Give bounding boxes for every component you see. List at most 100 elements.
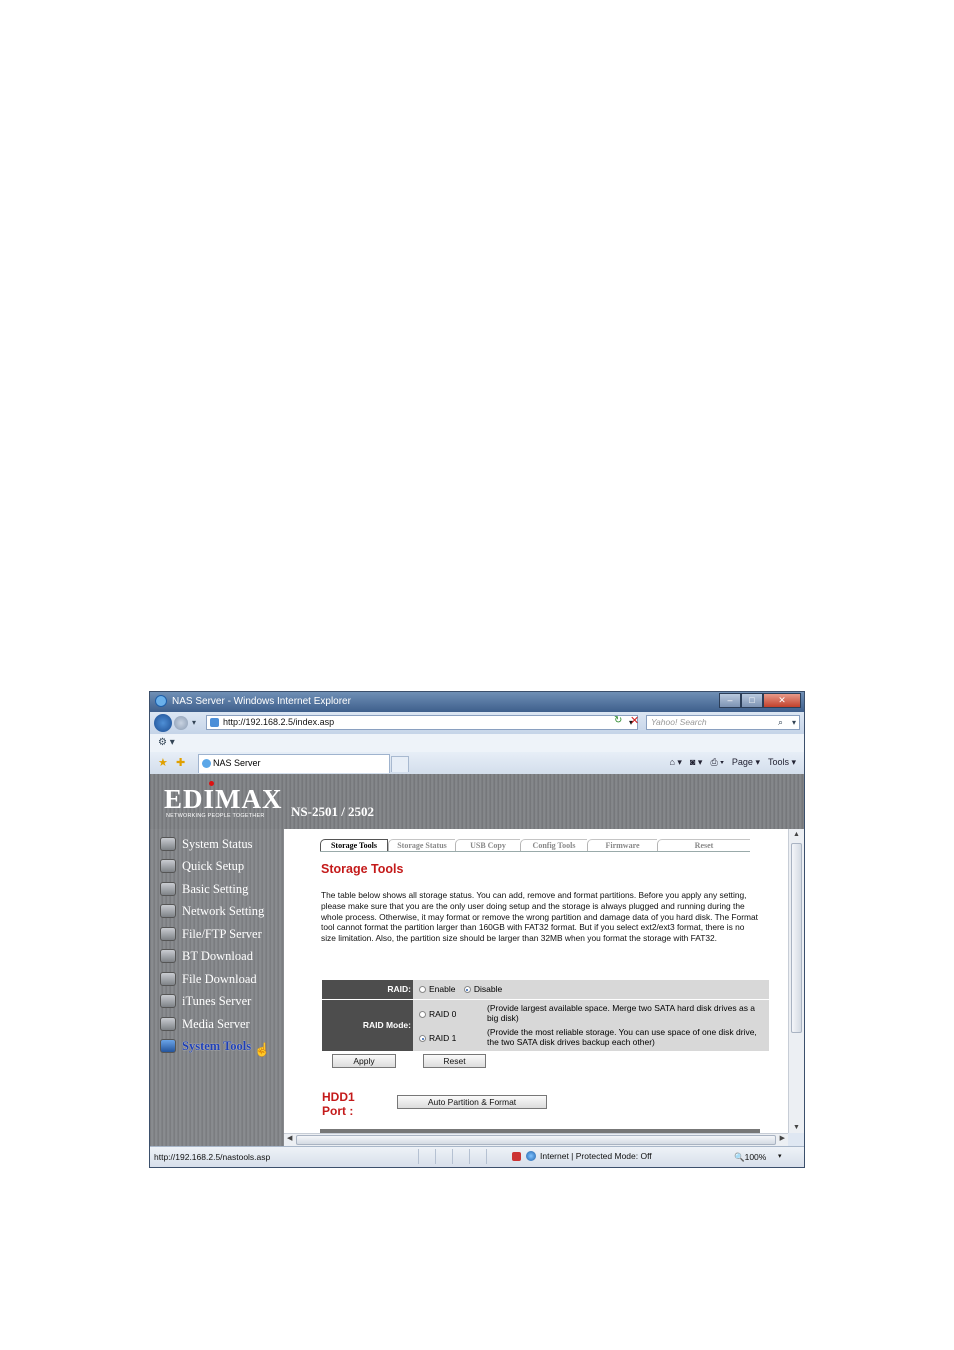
hand-cursor-icon: ☝	[254, 1042, 271, 1057]
browser-window: NAS Server - Windows Internet Explorer –…	[149, 691, 805, 1168]
refresh-icon[interactable]: ↻	[614, 715, 622, 726]
vertical-scrollbar[interactable]: ▲ ▼	[788, 829, 804, 1133]
address-input[interactable]: http://192.168.2.5/index.asp ▾	[206, 715, 638, 730]
tab-storage-status[interactable]: Storage Status	[388, 839, 455, 851]
raid1-radio[interactable]	[419, 1035, 426, 1043]
folder-icon	[160, 927, 176, 941]
tab-reset[interactable]: Reset	[657, 839, 750, 851]
download-icon	[160, 949, 176, 963]
sidebar-item-media-server[interactable]: Media Server	[160, 1014, 250, 1034]
toolbar-options-icon[interactable]: ⚙ ▾	[158, 737, 175, 748]
back-icon[interactable]	[154, 714, 172, 732]
raid-disable-radio[interactable]	[463, 986, 471, 994]
maximize-button[interactable]: □	[741, 693, 763, 708]
tab-storage-tools[interactable]: Storage Tools	[320, 839, 388, 851]
media-icon	[160, 1017, 176, 1031]
tab-nas-server[interactable]: NAS Server	[198, 754, 390, 773]
feeds-icon[interactable]: ◙ ▾	[690, 757, 702, 768]
sidebar-item-network-setting[interactable]: Network Setting	[160, 901, 264, 921]
reset-button[interactable]: Reset	[423, 1054, 486, 1068]
address-url: http://192.168.2.5/index.asp	[223, 717, 335, 727]
security-zone[interactable]: Internet | Protected Mode: Off	[512, 1151, 652, 1161]
ie-logo-icon	[155, 695, 167, 707]
page-icon	[210, 718, 219, 727]
raid0-label: RAID 0	[429, 1009, 457, 1019]
scroll-down-icon[interactable]: ▼	[793, 1124, 800, 1131]
scroll-left-icon[interactable]: ◀	[287, 1134, 292, 1142]
raid-label: RAID:	[322, 980, 413, 999]
zoom-level[interactable]: 🔍100%	[734, 1152, 766, 1163]
minimize-button[interactable]: –	[719, 693, 741, 708]
search-icon[interactable]: ⌕	[778, 716, 783, 729]
network-icon	[160, 904, 176, 918]
globe-icon	[526, 1151, 536, 1161]
tab-usb-copy[interactable]: USB Copy	[455, 839, 520, 851]
search-dropdown-icon[interactable]: ▾	[792, 716, 796, 729]
status-separators	[418, 1149, 503, 1164]
zoom-dropdown-icon[interactable]: ▾	[778, 1152, 782, 1160]
monitor-icon	[160, 837, 176, 851]
tools-icon	[160, 1039, 176, 1053]
favorites-star-icon[interactable]: ★	[158, 756, 168, 769]
status-url: http://192.168.2.5/nastools.asp	[154, 1152, 271, 1162]
address-toolbar: ▾ http://192.168.2.5/index.asp ▾ ↻ ✕ Yah…	[150, 712, 804, 734]
home-icon[interactable]: ⌂ ▾	[670, 757, 682, 768]
sidebar-item-basic-setting[interactable]: Basic Setting	[160, 879, 248, 899]
raid1-label: RAID 1	[429, 1033, 457, 1043]
tab-config-tools[interactable]: Config Tools	[520, 839, 587, 851]
sidebar-item-quick-setup[interactable]: Quick Setup	[160, 856, 244, 876]
lightning-icon	[160, 859, 176, 873]
apply-button[interactable]: Apply	[332, 1054, 396, 1068]
raid-mode-options: RAID 0 (Provide largest available space.…	[413, 1000, 769, 1051]
sidebar-item-file-download[interactable]: File Download	[160, 969, 257, 989]
tab-firmware[interactable]: Firmware	[587, 839, 657, 851]
scroll-up-icon[interactable]: ▲	[793, 831, 800, 838]
status-bar: http://192.168.2.5/nastools.asp Internet…	[150, 1146, 804, 1167]
search-input[interactable]: Yahoo! Search ⌕ ▾	[646, 715, 800, 730]
print-icon[interactable]: ⎙ ▾	[710, 757, 723, 768]
sidebar-item-file-ftp-server[interactable]: File/FTP Server	[160, 924, 262, 944]
edimax-logo: EDIMAX	[164, 781, 283, 815]
main-panel: Storage Tools Storage Status USB Copy Co…	[284, 829, 791, 1133]
page-content: EDIMAX NETWORKING PEOPLE TOGETHER NS-250…	[150, 774, 804, 1146]
raid0-radio[interactable]	[419, 1011, 426, 1019]
sidebar-item-bt-download[interactable]: BT Download	[160, 946, 253, 966]
raid0-description: (Provide largest available space. Merge …	[487, 1003, 756, 1023]
scroll-right-icon[interactable]: ▶	[780, 1134, 785, 1142]
search-placeholder: Yahoo! Search	[651, 717, 707, 727]
close-button[interactable]: ✕	[763, 693, 801, 708]
logo-dot	[209, 781, 214, 786]
sidebar-item-system-tools[interactable]: System Tools	[160, 1036, 251, 1056]
auto-partition-format-button[interactable]: Auto Partition & Format	[397, 1095, 547, 1109]
raid-mode-label: RAID Mode:	[322, 1000, 413, 1051]
raid1-description: (Provide the most reliable storage. You …	[487, 1027, 757, 1047]
horizontal-scrollbar[interactable]: ◀ ▶	[284, 1133, 788, 1146]
page-title: Storage Tools	[321, 862, 404, 876]
vertical-scroll-thumb[interactable]	[791, 843, 802, 1033]
raid-enable-radio[interactable]	[419, 986, 426, 994]
sidebar-item-itunes-server[interactable]: iTunes Server	[160, 991, 251, 1011]
raid-options: Enable Disable	[413, 980, 769, 999]
tools-menu[interactable]: Tools ▾	[768, 757, 796, 768]
raid-table: RAID: Enable Disable RAID Mode: RAID 0 (…	[322, 980, 769, 1051]
subtab-bar: Storage Tools Storage Status USB Copy Co…	[320, 839, 750, 852]
horizontal-scroll-thumb[interactable]	[296, 1135, 776, 1145]
add-favorites-icon[interactable]: ✚	[176, 756, 185, 769]
tab-ie-icon	[202, 759, 211, 768]
zone-label: Internet | Protected Mode: Off	[540, 1151, 652, 1161]
hdd1-port-title: HDD1 Port :	[322, 1090, 355, 1118]
page-menu[interactable]: Page ▾	[732, 757, 760, 768]
sidebar: System Status Quick Setup Basic Setting …	[150, 829, 284, 1146]
wrench-icon	[160, 882, 176, 896]
history-dropdown-icon[interactable]: ▾	[192, 718, 196, 727]
forward-icon[interactable]	[174, 716, 188, 730]
popup-blocked-icon[interactable]	[512, 1151, 521, 1161]
secondary-toolbar: ⚙ ▾	[150, 734, 804, 753]
window-title: NAS Server - Windows Internet Explorer	[172, 696, 351, 707]
title-bar: NAS Server - Windows Internet Explorer –…	[150, 692, 804, 712]
music-icon	[160, 994, 176, 1008]
stop-icon[interactable]: ✕	[630, 714, 639, 727]
new-tab-button[interactable]	[391, 756, 409, 772]
sidebar-item-system-status[interactable]: System Status	[160, 834, 253, 854]
logo-tagline: NETWORKING PEOPLE TOGETHER	[166, 813, 265, 819]
